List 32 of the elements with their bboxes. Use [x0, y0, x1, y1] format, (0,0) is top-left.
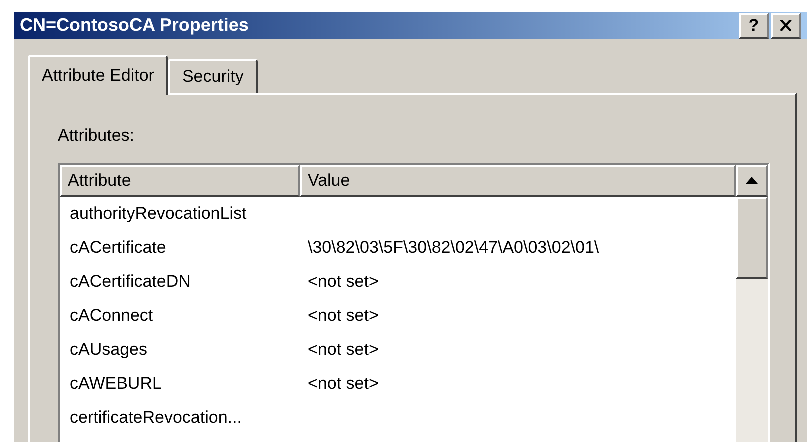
scroll-up-button[interactable]	[736, 164, 768, 196]
table-row[interactable]: cACertificateDN <not set>	[60, 264, 736, 298]
attribute-value: <not set>	[307, 304, 379, 327]
tab[interactable]: Attribute Editor	[28, 55, 168, 95]
attribute-name: cAConnect	[70, 306, 154, 325]
attributes-label: Attributes:	[58, 125, 136, 147]
window-title: CN=ContosoCA Properties	[20, 14, 250, 37]
table-row[interactable]: authorityRevocationList	[60, 196, 736, 230]
attribute-value: <not set>	[307, 338, 379, 361]
table-row[interactable]: cAConnect <not set>	[60, 298, 736, 332]
column-header[interactable]: Value	[300, 164, 736, 196]
table-row[interactable]: cAWEBURL <not set>	[60, 366, 736, 400]
attribute-name: certificateRevocation...	[70, 408, 242, 427]
attribute-value: <not set>	[307, 372, 379, 395]
attribute-name: cACertificate	[70, 238, 166, 257]
table-row[interactable]: cAUsages <not set>	[60, 332, 736, 366]
close-button[interactable]	[771, 12, 801, 38]
table-row[interactable]: certificateRevocation...	[60, 400, 736, 434]
table-row[interactable]: cACertificate \30\82\03\5F\30\82\02\47\A0\03\02\01\	[60, 230, 736, 264]
help-button[interactable]: ?	[739, 12, 769, 38]
vertical-scrollbar[interactable]	[736, 164, 768, 442]
attribute-name: cAUsages	[70, 340, 148, 359]
scroll-thumb[interactable]	[736, 196, 768, 278]
attribute-value: \30\82\03\5F\30\82\02\47\A0\03\02\01\	[307, 236, 600, 259]
attribute-name: cAWEBURL	[70, 374, 162, 393]
close-icon	[780, 20, 792, 31]
attribute-name: authorityRevocationList	[70, 204, 247, 223]
attribute-name: cACertificateDN	[70, 272, 191, 291]
tab[interactable]: Security	[168, 59, 258, 93]
up-arrow-icon	[746, 177, 758, 184]
column-header[interactable]: Attribute	[60, 164, 300, 196]
attribute-value: <not set>	[307, 270, 379, 293]
